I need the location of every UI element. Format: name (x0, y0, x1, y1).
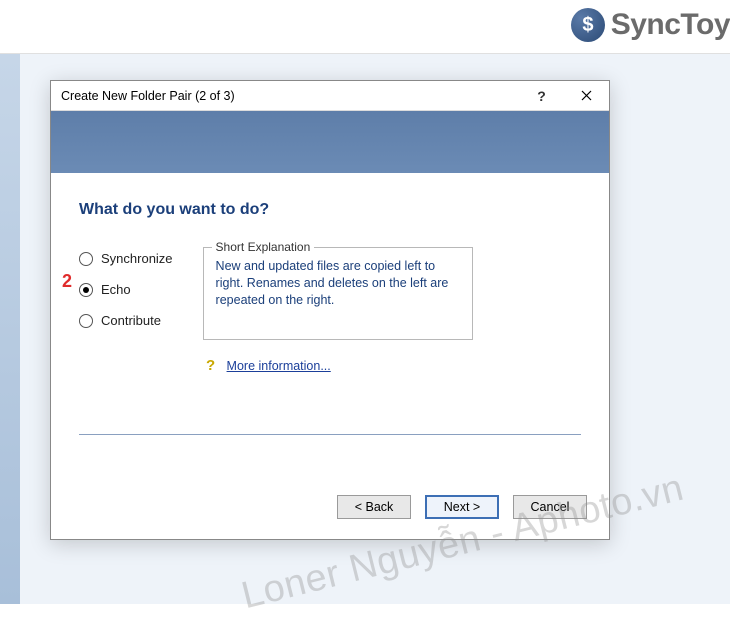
radio-label: Contribute (101, 313, 161, 328)
explanation-legend: Short Explanation (212, 239, 315, 255)
explanation-text: New and updated files are copied left to… (216, 259, 449, 307)
annotation-step-number: 2 (62, 271, 72, 292)
dialog-title: Create New Folder Pair (2 of 3) (61, 89, 519, 103)
wizard-body: What do you want to do? 2 Synchronize Ec… (51, 173, 609, 483)
wizard-dialog: Create New Folder Pair (2 of 3) ? What d… (50, 80, 610, 540)
next-button[interactable]: Next > (425, 495, 499, 519)
brand-name: SyncToy (611, 8, 730, 42)
more-information-link[interactable]: More information... (227, 359, 331, 373)
dialog-titlebar: Create New Folder Pair (2 of 3) ? (51, 81, 609, 111)
question-icon: ? (203, 358, 219, 374)
cancel-button[interactable]: Cancel (513, 495, 587, 519)
radio-icon (79, 252, 93, 266)
radio-label: Synchronize (101, 251, 173, 266)
wizard-banner (51, 111, 609, 173)
radio-contribute[interactable]: Contribute (79, 313, 173, 328)
brand: $ SyncToy (571, 8, 730, 42)
wizard-heading: What do you want to do? (79, 201, 581, 219)
radio-icon (79, 283, 93, 297)
separator (79, 434, 581, 435)
wizard-button-row: < Back Next > Cancel (51, 483, 609, 539)
short-explanation-box: Short Explanation New and updated files … (203, 247, 473, 340)
close-icon (581, 90, 592, 101)
radio-label: Echo (101, 282, 131, 297)
radio-icon (79, 314, 93, 328)
action-options: Synchronize Echo Contribute (79, 247, 173, 374)
outer-sidebar (0, 54, 20, 604)
radio-synchronize[interactable]: Synchronize (79, 251, 173, 266)
close-button[interactable] (564, 81, 609, 111)
back-button[interactable]: < Back (337, 495, 411, 519)
synctoy-logo-icon: $ (571, 8, 605, 42)
help-button[interactable]: ? (519, 81, 564, 111)
radio-echo[interactable]: Echo (79, 282, 173, 297)
app-header: $ SyncToy (0, 0, 730, 54)
